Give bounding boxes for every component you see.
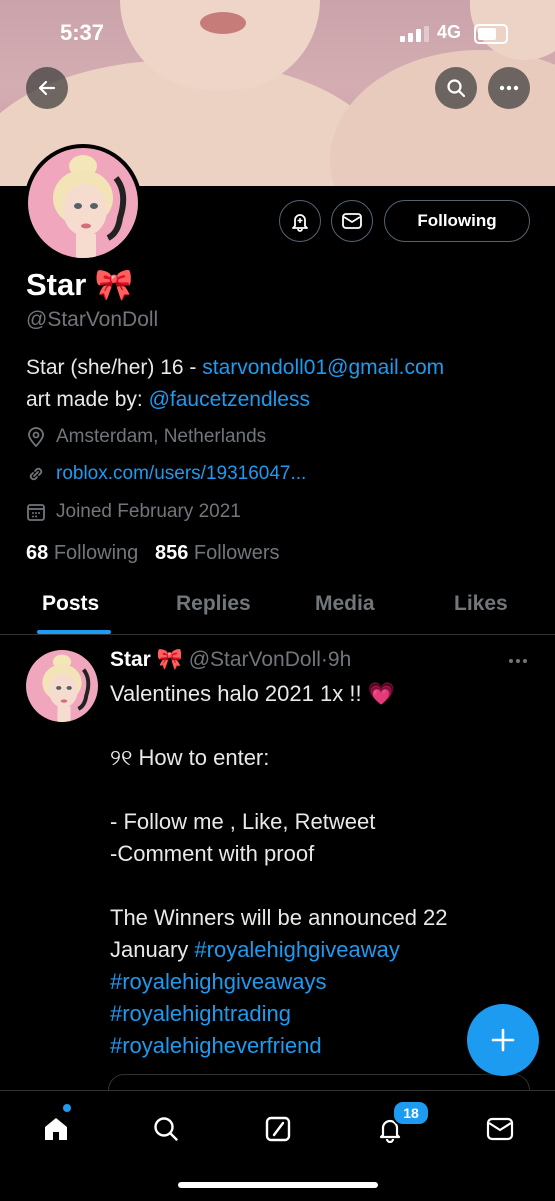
bio-text: art made by: xyxy=(26,388,149,411)
post-line: Valentines halo 2021 1x !! 💗 xyxy=(110,681,396,706)
profile-tabs: Posts Replies Media Likes xyxy=(0,584,555,635)
search-button[interactable] xyxy=(435,67,477,109)
location-label: Amsterdam, Netherlands xyxy=(56,426,267,447)
following-label: Following xyxy=(53,542,139,564)
notify-button[interactable] xyxy=(279,200,321,242)
post-more-icon[interactable] xyxy=(508,658,528,664)
bio-mention-link[interactable]: @faucetzendless xyxy=(149,388,310,411)
mail-icon xyxy=(486,1117,514,1141)
profile-location: Amsterdam, Netherlands xyxy=(26,426,266,448)
grok-icon xyxy=(265,1116,291,1142)
post-line: ୨୧ How to enter: xyxy=(110,745,270,770)
tab-likes[interactable]: Likes xyxy=(454,592,508,616)
website-link[interactable]: roblox.com/users/19316047... xyxy=(56,463,306,485)
nav-home[interactable] xyxy=(36,1109,76,1149)
profile-joined: Joined February 2021 xyxy=(26,501,241,523)
search-icon xyxy=(447,79,466,98)
avatar-image xyxy=(28,148,138,258)
calendar-icon xyxy=(27,504,45,521)
message-button[interactable] xyxy=(331,200,373,242)
hashtag-link[interactable]: #royalehighgiveaways xyxy=(110,969,326,994)
profile-name: Star 🎀 xyxy=(26,267,134,302)
mail-icon xyxy=(342,213,362,229)
tab-replies[interactable]: Replies xyxy=(176,592,251,616)
compose-button[interactable] xyxy=(467,1004,539,1076)
followers-count: 856 xyxy=(154,542,189,564)
home-unread-dot xyxy=(63,1104,71,1112)
bell-plus-icon xyxy=(292,214,308,232)
location-icon xyxy=(28,427,44,448)
post-header: Star 🎀 @StarVonDoll·9h xyxy=(110,648,351,672)
notifications-badge: 18 xyxy=(392,1100,430,1126)
active-tab-indicator xyxy=(37,630,111,634)
nav-grok[interactable] xyxy=(258,1109,298,1149)
tab-posts[interactable]: Posts xyxy=(42,592,99,616)
battery-icon xyxy=(474,24,508,44)
home-indicator xyxy=(178,1182,378,1188)
nav-search[interactable] xyxy=(146,1109,186,1149)
link-icon xyxy=(29,467,43,481)
bio-email-link[interactable]: starvondoll01@gmail.com xyxy=(202,356,444,379)
following-count-link[interactable]: 68 Following xyxy=(26,542,138,564)
hashtag-link[interactable]: #royalehighgiveaway xyxy=(194,937,399,962)
followers-count-link[interactable]: 856 Followers xyxy=(155,542,280,564)
post-separator: · xyxy=(320,648,328,671)
post-time: 9h xyxy=(327,648,352,671)
more-button[interactable] xyxy=(488,67,530,109)
post-line: - Follow me , Like, Retweet xyxy=(110,809,376,834)
plus-icon xyxy=(491,1028,515,1052)
profile-bio: Star (she/her) 16 - starvondoll01@gmail.… xyxy=(26,352,444,416)
followers-label: Followers xyxy=(193,542,280,564)
nav-messages[interactable] xyxy=(480,1109,520,1149)
post-line: -Comment with proof xyxy=(110,841,315,866)
avatar-image xyxy=(26,650,98,722)
profile-handle: @StarVonDoll xyxy=(26,308,159,331)
signal-icon xyxy=(400,26,429,42)
status-time: 5:37 xyxy=(60,20,105,45)
arrow-left-icon xyxy=(38,80,56,96)
follow-counts: 68 Following 856 Followers xyxy=(26,542,279,565)
network-label: 4G xyxy=(437,22,462,42)
post-text: Valentines halo 2021 1x !! 💗 ୨୧ How to e… xyxy=(110,678,530,1062)
tab-media[interactable]: Media xyxy=(315,592,375,616)
profile-avatar[interactable] xyxy=(24,144,142,262)
post-line: January xyxy=(110,937,195,962)
following-count: 68 xyxy=(26,542,49,564)
home-icon xyxy=(45,1118,67,1140)
hashtag-link[interactable]: #royalehigheverfriend xyxy=(110,1033,322,1058)
back-button[interactable] xyxy=(26,67,68,109)
joined-label: Joined February 2021 xyxy=(56,501,241,522)
post-line: The Winners will be announced 22 xyxy=(110,905,448,930)
post-author-name[interactable]: Star 🎀 xyxy=(110,648,183,671)
profile-website[interactable]: roblox.com/users/19316047... xyxy=(26,463,306,485)
search-icon xyxy=(154,1117,178,1141)
hashtag-link[interactable]: #royalehightrading xyxy=(110,1001,291,1026)
more-icon xyxy=(499,85,519,91)
following-button[interactable]: Following xyxy=(384,200,530,242)
status-bar: 5:37 4G xyxy=(0,0,555,70)
post-author-handle[interactable]: @StarVonDoll xyxy=(189,648,321,671)
post-avatar[interactable] xyxy=(26,650,98,722)
bio-text: Star (she/her) 16 - xyxy=(26,356,203,379)
